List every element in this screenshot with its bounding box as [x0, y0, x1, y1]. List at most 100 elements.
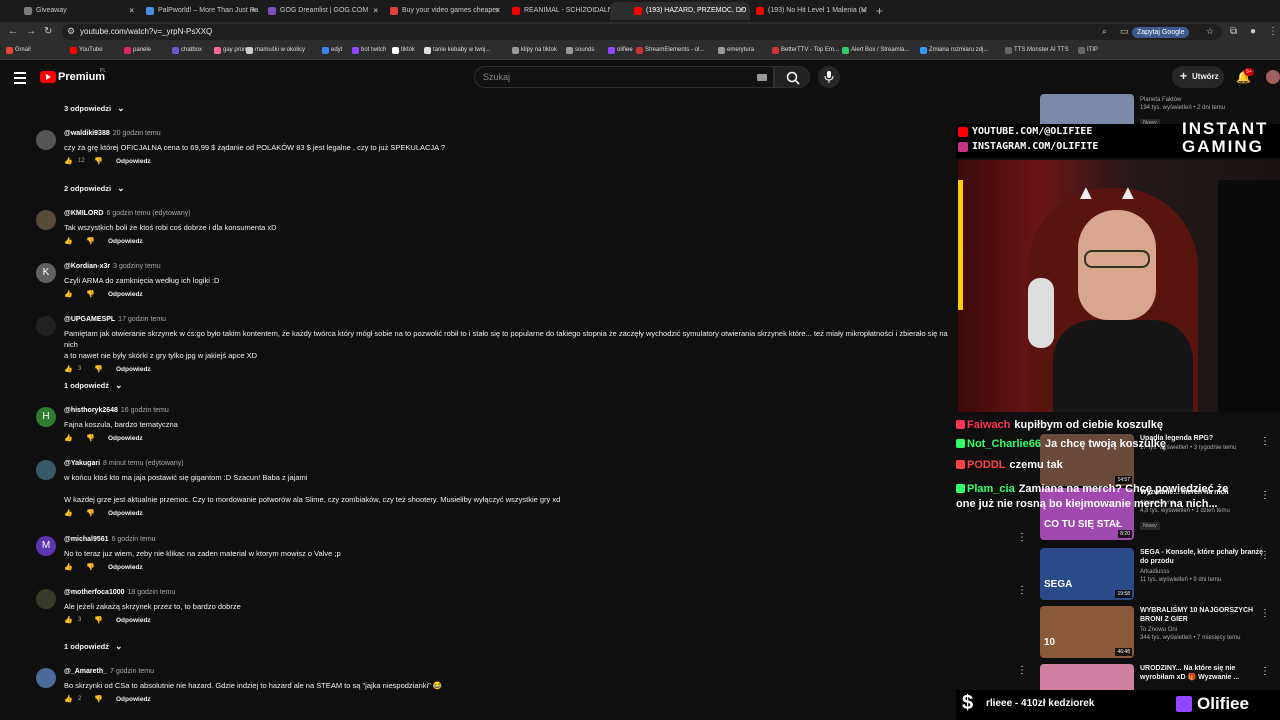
avatar[interactable]: M [36, 536, 56, 556]
comment-author[interactable]: @histhoryk2648 [64, 407, 118, 414]
video-thumbnail[interactable]: 10 46:48 [1040, 606, 1134, 658]
more-options-icon[interactable]: ⋮ [1017, 585, 1027, 596]
browser-tab[interactable]: REANIMAL - SCHIZOIDALNA W× [488, 2, 628, 20]
bookmark-item[interactable]: Alert Box / Streamla... [842, 47, 909, 54]
close-tab-icon[interactable]: × [861, 6, 866, 15]
search-input[interactable]: Szukaj [483, 72, 510, 82]
more-options-icon[interactable]: ⋮ [1017, 665, 1027, 676]
browser-tab[interactable]: Buy your video games cheaper × [366, 2, 506, 20]
view-replies-button[interactable]: 1 odpowiedź [64, 380, 123, 391]
like-icon[interactable]: 👍 [64, 237, 73, 245]
browser-tab[interactable]: PalPworld! – More Than Just Pa × [122, 2, 262, 20]
dislike-icon[interactable]: 👎 [94, 157, 103, 165]
recommended-video[interactable]: SEGA 19:58 SEGA - Konsole, które pchały br… [1040, 548, 1280, 602]
reply-button[interactable]: Odpowiedz [116, 158, 151, 165]
avatar[interactable] [36, 316, 56, 336]
bookmark-item[interactable]: mamuśki w okolicy [246, 47, 305, 54]
bookmark-star-icon[interactable]: ☆ [1206, 26, 1214, 37]
channel-name[interactable]: To Znowu Oni [1140, 627, 1264, 633]
reply-button[interactable]: Odpowiedz [116, 366, 151, 373]
comment-author[interactable]: @michal9561 [64, 536, 109, 543]
bookmark-item[interactable]: ITIP [1078, 47, 1098, 54]
comment-author[interactable]: @waldiki9388 [64, 130, 110, 137]
create-button[interactable]: Utwórz [1172, 66, 1224, 88]
comment-author[interactable]: @_Amareth_ [64, 668, 107, 675]
view-replies-button[interactable]: 3 odpowiedzi [64, 103, 125, 114]
dislike-icon[interactable]: 👎 [86, 290, 95, 298]
ask-google-button[interactable]: Zapytaj Google [1132, 27, 1190, 38]
extensions-icon[interactable]: ⧉ [1230, 26, 1237, 37]
avatar[interactable]: H [36, 407, 56, 427]
bookmark-item[interactable]: emerytura [718, 47, 754, 54]
comment-time[interactable]: 6 godzin temu [112, 536, 156, 543]
bookmark-item[interactable]: YouTube [70, 47, 103, 54]
comment-author[interactable]: @KMILORD [64, 210, 104, 217]
bookmark-item[interactable]: StreamElements - ol... [636, 47, 704, 54]
search-box[interactable]: Szukaj [474, 66, 774, 88]
comment-time[interactable]: 16 godzin temu [121, 407, 169, 414]
comment-time[interactable]: 20 godzin temu [113, 130, 161, 137]
bookmark-item[interactable]: BetterTTV - Top Em... [772, 47, 839, 54]
reply-button[interactable]: Odpowiedz [108, 510, 143, 517]
address-bar[interactable]: ⚙ youtube.com/watch?v=_yrpN-PsXXQ ⌕ ▭ G … [62, 24, 1222, 40]
like-icon[interactable]: 👍 [64, 365, 73, 373]
like-icon[interactable]: 👍 [64, 509, 73, 517]
comment-time[interactable]: 3 godziny temu [113, 263, 160, 270]
comment-time[interactable]: 17 godzin temu [118, 316, 166, 323]
bookmark-item[interactable]: sounds [566, 47, 594, 54]
comment-author[interactable]: @Kordian-x3r [64, 263, 110, 270]
keyboard-icon[interactable] [757, 74, 767, 81]
zoom-icon[interactable]: ⌕ [1102, 26, 1107, 37]
dislike-icon[interactable]: 👎 [86, 509, 95, 517]
comment-time[interactable]: 6 godzin temu (edytowany) [107, 210, 191, 217]
bookmark-item[interactable]: Zmiana rozmiaru zdj... [920, 47, 988, 54]
video-thumbnail[interactable]: CO TU SIĘ STAŁ 8:20 [1040, 488, 1134, 540]
browser-tab-active[interactable]: (193) HAZARD, PRZEMOC, DO × [610, 2, 750, 20]
dislike-icon[interactable]: 👎 [86, 237, 95, 245]
video-title[interactable]: URODZINY... Na które się nie wyrobiłam x… [1140, 664, 1264, 682]
like-icon[interactable]: 👍 [64, 563, 73, 571]
reply-button[interactable]: Odpowiedz [116, 696, 151, 703]
comment-time[interactable]: 18 godzin temu [128, 589, 176, 596]
avatar[interactable] [36, 130, 56, 150]
menu-hamburger-icon[interactable] [14, 72, 26, 87]
channel-name[interactable]: Planeta Faktów [1140, 97, 1264, 103]
video-thumbnail[interactable]: SEGA 19:58 [1040, 548, 1134, 600]
recommended-video[interactable]: 10 46:48 WYBRALIŚMY 10 NAJGORSZYCH BRONI Z… [1040, 606, 1280, 660]
like-icon[interactable]: 👍 [64, 290, 73, 298]
video-title[interactable]: WYBRALIŚMY 10 NAJGORSZYCH BRONI Z GIER [1140, 606, 1264, 624]
profile-icon[interactable]: ● [1250, 26, 1256, 37]
new-tab-icon[interactable]: + [876, 4, 883, 18]
avatar[interactable]: K [36, 263, 56, 283]
bookmark-item[interactable]: TTS.Monster AI TTS [1005, 47, 1069, 54]
reply-button[interactable]: Odpowiedz [108, 564, 143, 571]
browser-tab[interactable]: GOG Dreamlist | GOG.COM × [244, 2, 384, 20]
browser-tab[interactable]: (193) No Hit Level 1 Malenia (M × [732, 2, 872, 20]
more-options-icon[interactable]: ⋮ [1260, 608, 1270, 619]
bookmark-item[interactable]: chatbox [172, 47, 202, 54]
avatar[interactable] [36, 589, 56, 609]
recommended-video[interactable]: CO TU SIĘ STAŁ 8:20 Wyzwanie... merch na n… [1040, 488, 1280, 542]
dislike-icon[interactable]: 👎 [94, 695, 103, 703]
bookmark-item[interactable]: tanie kebaby w twoj... [424, 47, 490, 54]
bookmark-item[interactable]: klipy na tiktok [512, 47, 557, 54]
search-button[interactable] [774, 66, 810, 88]
more-options-icon[interactable]: ⋮ [1260, 666, 1270, 677]
comment-time[interactable]: 7 godzin temu [110, 668, 154, 675]
reply-button[interactable]: Odpowiedz [108, 291, 143, 298]
comment-author[interactable]: @motherfoca1000 [64, 589, 125, 596]
dislike-icon[interactable]: 👎 [86, 434, 95, 442]
bookmark-item[interactable]: tiktok [392, 47, 415, 54]
bookmark-item[interactable]: bot twitch [352, 47, 386, 54]
like-icon[interactable]: 👍 [64, 434, 73, 442]
dislike-icon[interactable]: 👎 [86, 563, 95, 571]
voice-search-button[interactable] [818, 66, 840, 88]
browser-tab[interactable]: Giveaway × [0, 2, 140, 20]
comment-author[interactable]: @Yakugari [64, 460, 100, 467]
channel-name[interactable]: Arkadiusss [1140, 569, 1264, 575]
avatar[interactable] [36, 460, 56, 480]
cast-icon[interactable]: ▭ [1120, 26, 1129, 37]
view-replies-button[interactable]: 1 odpowiedź [64, 641, 123, 652]
comment-author[interactable]: @UPGAMESPL [64, 316, 115, 323]
avatar[interactable] [36, 668, 56, 688]
